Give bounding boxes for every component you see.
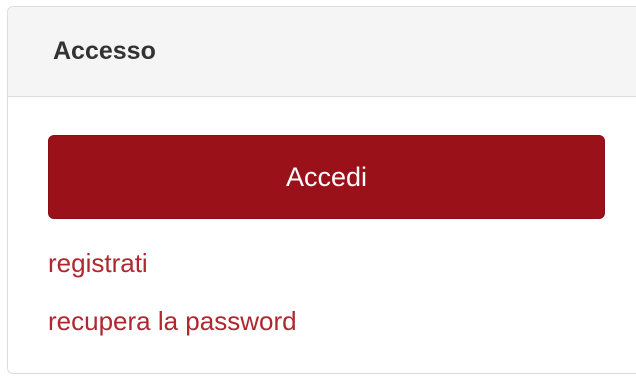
- login-panel: Accesso Accedi registrati recupera la pa…: [7, 6, 636, 374]
- panel-header: Accesso: [8, 7, 636, 97]
- login-button[interactable]: Accedi: [48, 135, 605, 219]
- panel-links: registrati recupera la password: [48, 249, 297, 365]
- recover-password-link[interactable]: recupera la password: [48, 307, 297, 336]
- register-link[interactable]: registrati: [48, 249, 297, 278]
- panel-title: Accesso: [53, 37, 156, 65]
